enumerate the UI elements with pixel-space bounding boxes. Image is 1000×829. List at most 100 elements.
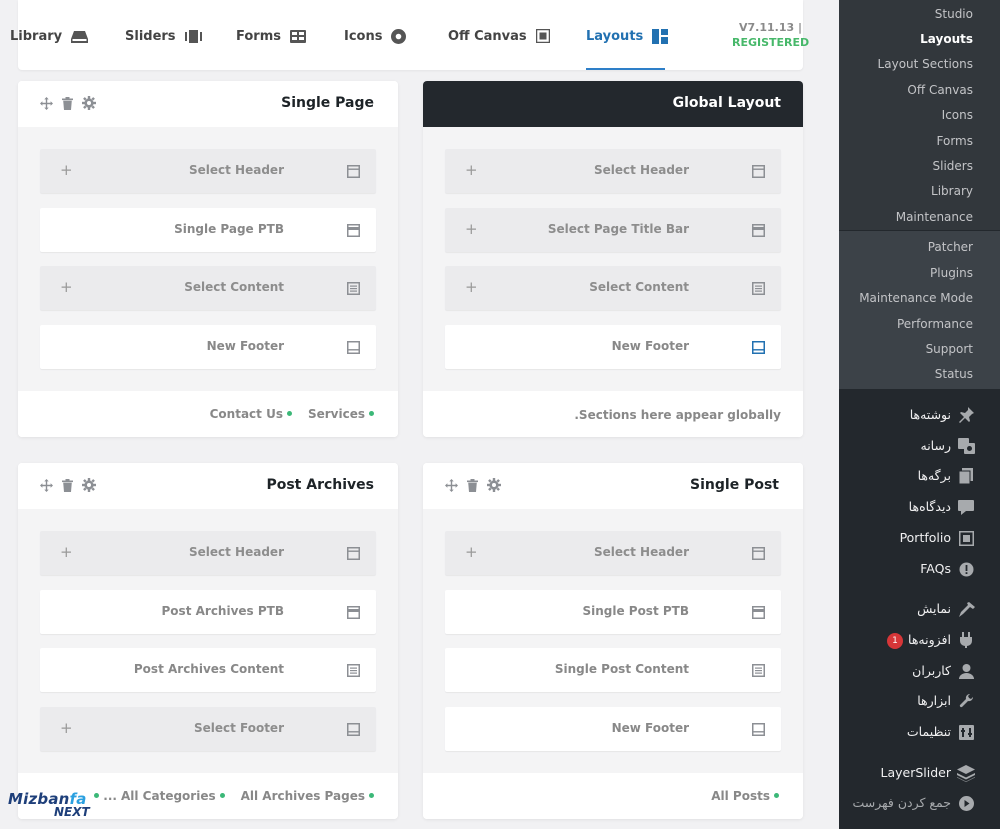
- card-body: + Select Header Post Archives PTB Post A…: [18, 509, 398, 773]
- move-icon[interactable]: [445, 477, 458, 496]
- content-slot[interactable]: + Select Content: [445, 266, 781, 311]
- pages-icon: [957, 467, 975, 485]
- plus-icon[interactable]: +: [465, 219, 478, 239]
- active-tab-indicator: [586, 68, 665, 70]
- footer-slot[interactable]: New Footer: [445, 325, 781, 370]
- submenu-item-forms[interactable]: Forms: [937, 134, 973, 148]
- submenu-item-maintenance-mode[interactable]: Maintenance Mode: [859, 291, 973, 305]
- content-section-icon: [752, 280, 765, 299]
- card-footer: .Sections here appear globally: [423, 391, 803, 437]
- submenu-item-layout-sections[interactable]: Layout Sections: [878, 57, 973, 71]
- menu-item-settings[interactable]: تنظیمات: [907, 724, 951, 739]
- settings-icon: [957, 723, 975, 741]
- assigned-links: ... All Categories All Archives Pages: [94, 789, 374, 803]
- portfolio-icon: [957, 529, 975, 547]
- menu-item-pages[interactable]: برگه‌ها: [918, 468, 951, 483]
- plus-icon[interactable]: +: [60, 160, 73, 180]
- layout-card-global: Global Layout + Select Header + Select P…: [423, 81, 803, 437]
- collapse-icon: [957, 794, 975, 812]
- submenu-item-icons[interactable]: Icons: [942, 108, 973, 122]
- condition-link[interactable]: Services: [308, 407, 374, 421]
- gear-icon[interactable]: [487, 477, 501, 496]
- submenu-item-off-canvas[interactable]: Off Canvas: [907, 83, 973, 97]
- content-section-icon: [347, 662, 360, 681]
- nav-tab-forms[interactable]: Forms: [236, 27, 306, 45]
- plus-icon[interactable]: +: [60, 718, 73, 738]
- nav-tab-icons[interactable]: Icons: [344, 27, 407, 45]
- footer-section-icon: [752, 721, 765, 740]
- card-tools: [445, 477, 501, 496]
- menu-item-portfolio[interactable]: Portfolio: [900, 530, 951, 545]
- move-icon[interactable]: [40, 95, 53, 114]
- plus-icon[interactable]: +: [465, 277, 478, 297]
- plus-icon[interactable]: +: [60, 277, 73, 297]
- submenu-item-sliders[interactable]: Sliders: [933, 159, 973, 173]
- header-slot[interactable]: + Select Header: [445, 531, 781, 575]
- sliders-icon: [184, 29, 202, 43]
- slot-label: Single Page PTB: [174, 221, 284, 236]
- submenu-item-studio[interactable]: Studio: [935, 7, 973, 21]
- plus-icon[interactable]: +: [465, 542, 478, 562]
- condition-link[interactable]: All Archives Pages: [241, 789, 374, 803]
- top-nav: Library Sliders Forms Icons Off Canvas L…: [10, 0, 809, 70]
- content-section-icon: [752, 662, 765, 681]
- slot-label: Select Header: [594, 545, 689, 559]
- plus-icon[interactable]: +: [465, 160, 478, 180]
- footer-section-icon: [347, 721, 360, 740]
- footer-slot[interactable]: New Footer: [445, 707, 781, 752]
- footer-slot[interactable]: New Footer: [40, 325, 376, 370]
- card-footer: All Posts: [423, 773, 803, 819]
- card-title: Post Archives: [266, 477, 374, 493]
- submenu-item-library[interactable]: Library: [931, 184, 973, 198]
- trash-icon[interactable]: [467, 477, 478, 496]
- content-slot[interactable]: Single Post Content: [445, 648, 781, 693]
- content-slot[interactable]: + Select Content: [40, 266, 376, 311]
- nav-tab-layouts[interactable]: Layouts: [586, 27, 669, 45]
- submenu-item-maintenance[interactable]: Maintenance: [896, 210, 973, 224]
- menu-item-users[interactable]: کاربران: [912, 663, 951, 678]
- menu-item-media[interactable]: رسانه: [921, 438, 952, 453]
- nav-tab-off-canvas[interactable]: Off Canvas: [448, 27, 550, 45]
- submenu-item-support[interactable]: Support: [926, 342, 973, 356]
- submenu-item-layouts[interactable]: Layouts: [920, 32, 973, 46]
- header-slot[interactable]: + Select Header: [40, 531, 376, 575]
- header-slot[interactable]: + Select Header: [40, 149, 376, 193]
- mizbanfa-logo: Mizbanfa NEXT: [8, 790, 108, 824]
- menu-item-comments[interactable]: دیدگاه‌ها: [909, 499, 951, 514]
- menu-item-appearance[interactable]: نمایش: [917, 601, 951, 616]
- trash-icon[interactable]: [62, 95, 73, 114]
- nav-tab-sliders[interactable]: Sliders: [125, 27, 202, 45]
- condition-link[interactable]: All Posts: [711, 789, 779, 803]
- plus-icon[interactable]: +: [60, 542, 73, 562]
- content-slot[interactable]: Post Archives Content: [40, 648, 376, 693]
- footer-slot[interactable]: + Select Footer: [40, 707, 376, 752]
- submenu-item-status[interactable]: Status: [935, 367, 973, 381]
- page-title-bar-slot[interactable]: Single Post PTB: [445, 589, 781, 634]
- forms-icon: [289, 29, 306, 43]
- card-title: Global Layout: [672, 95, 781, 111]
- update-count-badge: 1: [887, 632, 904, 649]
- submenu-item-patcher[interactable]: Patcher: [928, 240, 973, 254]
- condition-link[interactable]: All Categories: [121, 789, 225, 803]
- page-title-bar-slot[interactable]: + Select Page Title Bar: [445, 207, 781, 252]
- page-title-bar-slot[interactable]: Single Page PTB: [40, 207, 376, 252]
- nav-tab-library[interactable]: Library: [10, 27, 89, 45]
- submenu-item-performance[interactable]: Performance: [897, 317, 973, 331]
- menu-item-tools[interactable]: ابزارها: [917, 693, 951, 708]
- gear-icon[interactable]: [82, 95, 96, 114]
- move-icon[interactable]: [40, 477, 53, 496]
- submenu-item-plugins[interactable]: Plugins: [930, 266, 973, 280]
- card-tools: [40, 477, 96, 496]
- menu-item-plugins[interactable]: 1 افزونه‌ها: [887, 632, 951, 649]
- menu-item-posts[interactable]: نوشته‌ها: [910, 407, 951, 422]
- card-body: + Select Header Single Post PTB Single P…: [423, 509, 803, 773]
- page-title-bar-slot[interactable]: Post Archives PTB: [40, 589, 376, 634]
- menu-item-faqs[interactable]: FAQs: [920, 561, 951, 576]
- collapse-menu-button[interactable]: جمع کردن فهرست: [852, 795, 951, 810]
- gear-icon[interactable]: [82, 477, 96, 496]
- title-bar-section-icon: [752, 222, 765, 241]
- header-slot[interactable]: + Select Header: [445, 149, 781, 193]
- menu-item-layerslider[interactable]: LayerSlider: [881, 765, 952, 780]
- trash-icon[interactable]: [62, 477, 73, 496]
- condition-link[interactable]: Contact Us: [210, 407, 292, 421]
